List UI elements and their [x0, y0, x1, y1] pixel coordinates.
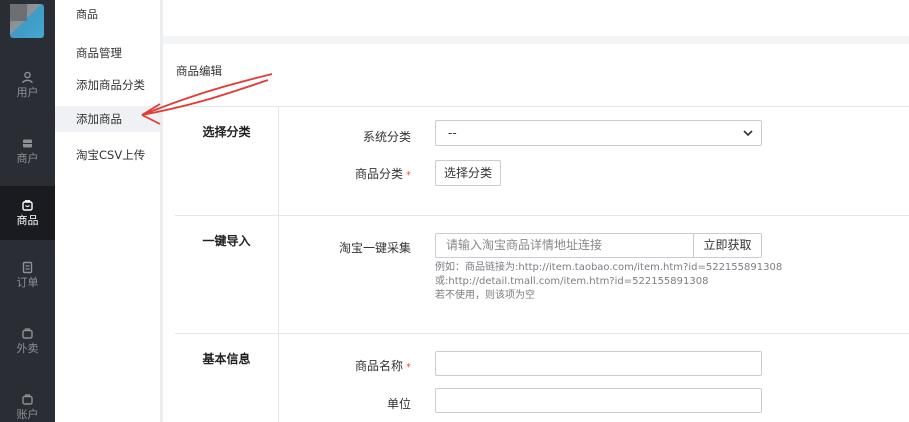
- goods-edit-panel: 商品编辑 选择分类 系统分类 -- 商品分类 * 选择分类 一键导入 淘宝一键采集…: [163, 44, 909, 422]
- rail-item-orders[interactable]: 订单: [0, 248, 55, 302]
- rail-label: 账户: [16, 407, 39, 421]
- system-category-label: 系统分类: [362, 130, 411, 144]
- app-logo: [10, 4, 44, 38]
- goods-name-label: 商品名称 *: [354, 359, 411, 373]
- import-hint-line: 例如：商品链接为:http://item.taobao.com/item.htm…: [435, 262, 783, 273]
- chevron-down-icon: [743, 130, 753, 137]
- taobao-url-input[interactable]: 请输入淘宝商品详情地址连接: [435, 233, 694, 258]
- user-icon: [21, 71, 34, 84]
- account-icon: [21, 393, 34, 406]
- fetch-now-button[interactable]: 立即获取: [693, 233, 762, 258]
- system-category-value: --: [448, 126, 457, 140]
- import-hint-line: 或:http://detail.tmall.com/item.htm?id=52…: [435, 276, 709, 287]
- rail-item-account[interactable]: 账户: [0, 380, 55, 422]
- takeout-icon: [21, 327, 34, 340]
- unit-input[interactable]: [435, 388, 762, 413]
- submenu-item-taobao-csv-upload[interactable]: 淘宝CSV上传: [55, 142, 160, 168]
- rail-item-merchants[interactable]: 商户: [0, 124, 55, 178]
- page-title: 商品编辑: [176, 64, 222, 78]
- section-label: 选择分类: [175, 107, 279, 215]
- order-icon: [21, 261, 34, 274]
- section-label: 基本信息: [175, 334, 279, 422]
- rail-label: 用户: [16, 85, 39, 99]
- import-hint-line: 若不使用，则该项为空: [435, 290, 535, 301]
- store-icon: [21, 137, 34, 150]
- goods-icon: [21, 199, 34, 212]
- submenu-item-goods-management[interactable]: 商品管理: [55, 40, 160, 66]
- goods-submenu: 商品 商品管理 添加商品分类 添加商品 淘宝CSV上传: [55, 0, 160, 422]
- top-bar: [163, 0, 909, 36]
- main-nav-rail: 用户 商户 商品 订单 外卖 账户: [0, 0, 55, 422]
- rail-label: 商品: [16, 213, 39, 227]
- unit-label: 单位: [386, 397, 411, 411]
- submenu-item-add-goods[interactable]: 添加商品: [55, 106, 160, 132]
- rail-item-users[interactable]: 用户: [0, 58, 55, 112]
- section-label: 一键导入: [175, 216, 279, 333]
- goods-name-input[interactable]: [435, 351, 762, 376]
- rail-item-takeout[interactable]: 外卖: [0, 314, 55, 368]
- rail-label: 商户: [16, 151, 39, 165]
- required-mark: *: [406, 362, 411, 373]
- rail-item-goods[interactable]: 商品: [0, 186, 55, 240]
- choose-category-button[interactable]: 选择分类: [435, 160, 501, 186]
- rail-label: 订单: [16, 275, 39, 289]
- submenu-title: 商品: [76, 8, 98, 21]
- goods-category-label: 商品分类 *: [354, 167, 411, 181]
- system-category-select[interactable]: --: [435, 120, 762, 146]
- rail-label: 外卖: [16, 341, 39, 355]
- submenu-item-add-category[interactable]: 添加商品分类: [55, 72, 160, 98]
- taobao-collect-label: 淘宝一键采集: [338, 241, 411, 255]
- required-mark: *: [406, 170, 411, 181]
